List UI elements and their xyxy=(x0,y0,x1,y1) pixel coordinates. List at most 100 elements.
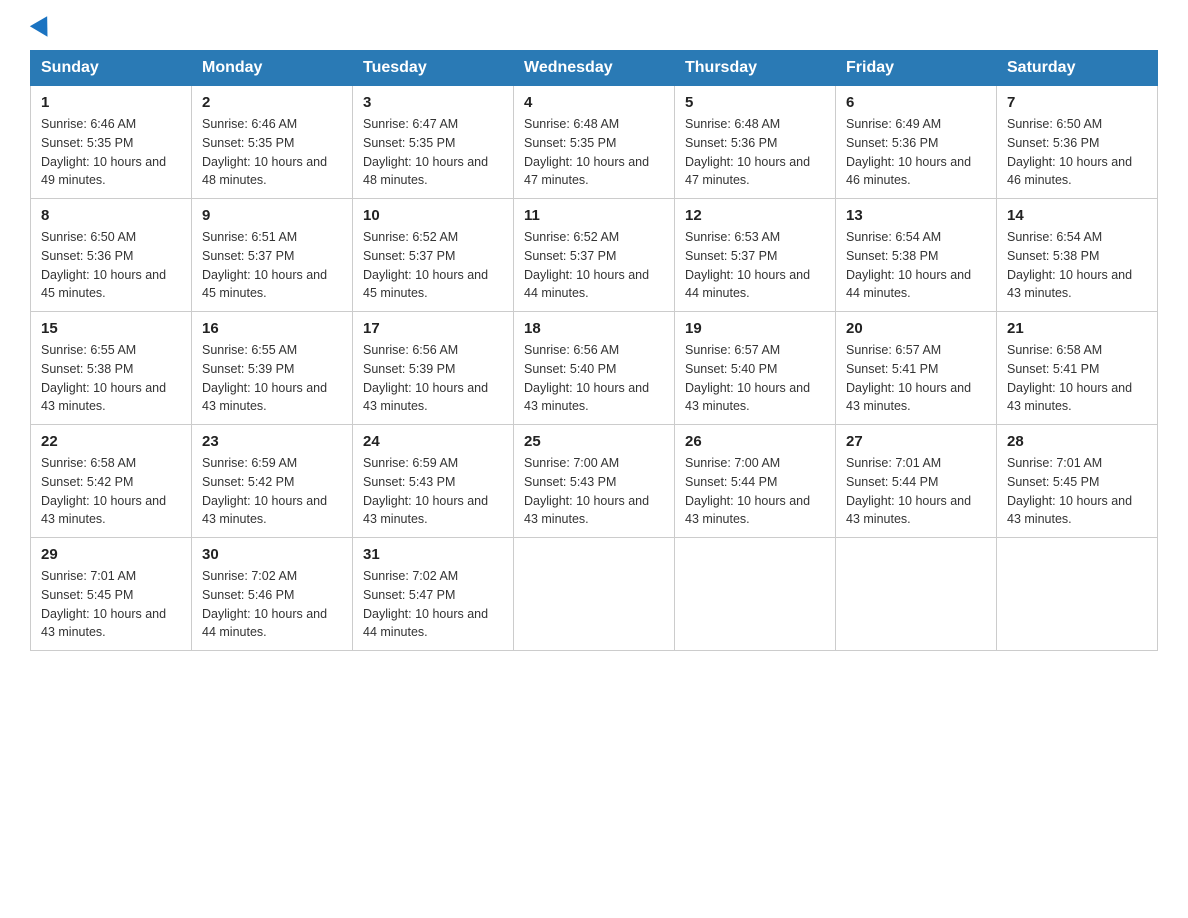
calendar-week-row: 1 Sunrise: 6:46 AMSunset: 5:35 PMDayligh… xyxy=(31,86,1158,199)
day-number: 7 xyxy=(1007,94,1147,111)
calendar-day-cell xyxy=(997,538,1158,651)
calendar-week-row: 29 Sunrise: 7:01 AMSunset: 5:45 PMDaylig… xyxy=(31,538,1158,651)
day-number: 27 xyxy=(846,433,986,450)
calendar-day-cell: 8 Sunrise: 6:50 AMSunset: 5:36 PMDayligh… xyxy=(31,199,192,312)
day-number: 28 xyxy=(1007,433,1147,450)
calendar-day-cell: 14 Sunrise: 6:54 AMSunset: 5:38 PMDaylig… xyxy=(997,199,1158,312)
weekday-header-thursday: Thursday xyxy=(675,51,836,86)
logo xyxy=(30,20,53,40)
day-info: Sunrise: 6:46 AMSunset: 5:35 PMDaylight:… xyxy=(202,117,327,187)
day-number: 10 xyxy=(363,207,503,224)
day-info: Sunrise: 6:57 AMSunset: 5:41 PMDaylight:… xyxy=(846,343,971,413)
calendar-week-row: 15 Sunrise: 6:55 AMSunset: 5:38 PMDaylig… xyxy=(31,312,1158,425)
day-number: 21 xyxy=(1007,320,1147,337)
day-info: Sunrise: 6:58 AMSunset: 5:41 PMDaylight:… xyxy=(1007,343,1132,413)
calendar-week-row: 8 Sunrise: 6:50 AMSunset: 5:36 PMDayligh… xyxy=(31,199,1158,312)
day-info: Sunrise: 7:02 AMSunset: 5:47 PMDaylight:… xyxy=(363,569,488,639)
day-number: 9 xyxy=(202,207,342,224)
day-number: 17 xyxy=(363,320,503,337)
day-number: 25 xyxy=(524,433,664,450)
day-info: Sunrise: 6:57 AMSunset: 5:40 PMDaylight:… xyxy=(685,343,810,413)
calendar-table: SundayMondayTuesdayWednesdayThursdayFrid… xyxy=(30,50,1158,651)
calendar-day-cell: 12 Sunrise: 6:53 AMSunset: 5:37 PMDaylig… xyxy=(675,199,836,312)
day-info: Sunrise: 7:00 AMSunset: 5:43 PMDaylight:… xyxy=(524,456,649,526)
calendar-day-cell: 19 Sunrise: 6:57 AMSunset: 5:40 PMDaylig… xyxy=(675,312,836,425)
weekday-header-saturday: Saturday xyxy=(997,51,1158,86)
day-info: Sunrise: 6:58 AMSunset: 5:42 PMDaylight:… xyxy=(41,456,166,526)
calendar-day-cell: 25 Sunrise: 7:00 AMSunset: 5:43 PMDaylig… xyxy=(514,425,675,538)
calendar-day-cell: 3 Sunrise: 6:47 AMSunset: 5:35 PMDayligh… xyxy=(353,86,514,199)
calendar-day-cell: 7 Sunrise: 6:50 AMSunset: 5:36 PMDayligh… xyxy=(997,86,1158,199)
day-number: 20 xyxy=(846,320,986,337)
calendar-day-cell: 23 Sunrise: 6:59 AMSunset: 5:42 PMDaylig… xyxy=(192,425,353,538)
day-number: 19 xyxy=(685,320,825,337)
day-number: 30 xyxy=(202,546,342,563)
weekday-header-monday: Monday xyxy=(192,51,353,86)
day-info: Sunrise: 6:52 AMSunset: 5:37 PMDaylight:… xyxy=(363,230,488,300)
calendar-day-cell: 10 Sunrise: 6:52 AMSunset: 5:37 PMDaylig… xyxy=(353,199,514,312)
weekday-header-row: SundayMondayTuesdayWednesdayThursdayFrid… xyxy=(31,51,1158,86)
day-number: 22 xyxy=(41,433,181,450)
weekday-header-wednesday: Wednesday xyxy=(514,51,675,86)
day-number: 12 xyxy=(685,207,825,224)
calendar-day-cell: 21 Sunrise: 6:58 AMSunset: 5:41 PMDaylig… xyxy=(997,312,1158,425)
calendar-day-cell: 22 Sunrise: 6:58 AMSunset: 5:42 PMDaylig… xyxy=(31,425,192,538)
calendar-day-cell: 2 Sunrise: 6:46 AMSunset: 5:35 PMDayligh… xyxy=(192,86,353,199)
day-number: 3 xyxy=(363,94,503,111)
day-number: 8 xyxy=(41,207,181,224)
weekday-header-friday: Friday xyxy=(836,51,997,86)
calendar-day-cell: 18 Sunrise: 6:56 AMSunset: 5:40 PMDaylig… xyxy=(514,312,675,425)
day-number: 4 xyxy=(524,94,664,111)
calendar-day-cell: 28 Sunrise: 7:01 AMSunset: 5:45 PMDaylig… xyxy=(997,425,1158,538)
day-number: 29 xyxy=(41,546,181,563)
day-info: Sunrise: 6:56 AMSunset: 5:39 PMDaylight:… xyxy=(363,343,488,413)
calendar-week-row: 22 Sunrise: 6:58 AMSunset: 5:42 PMDaylig… xyxy=(31,425,1158,538)
day-info: Sunrise: 6:49 AMSunset: 5:36 PMDaylight:… xyxy=(846,117,971,187)
calendar-day-cell: 11 Sunrise: 6:52 AMSunset: 5:37 PMDaylig… xyxy=(514,199,675,312)
calendar-day-cell: 30 Sunrise: 7:02 AMSunset: 5:46 PMDaylig… xyxy=(192,538,353,651)
day-number: 15 xyxy=(41,320,181,337)
calendar-day-cell xyxy=(675,538,836,651)
calendar-day-cell: 29 Sunrise: 7:01 AMSunset: 5:45 PMDaylig… xyxy=(31,538,192,651)
day-number: 31 xyxy=(363,546,503,563)
day-number: 11 xyxy=(524,207,664,224)
day-number: 26 xyxy=(685,433,825,450)
calendar-day-cell: 15 Sunrise: 6:55 AMSunset: 5:38 PMDaylig… xyxy=(31,312,192,425)
calendar-day-cell xyxy=(514,538,675,651)
day-info: Sunrise: 6:53 AMSunset: 5:37 PMDaylight:… xyxy=(685,230,810,300)
day-info: Sunrise: 7:00 AMSunset: 5:44 PMDaylight:… xyxy=(685,456,810,526)
day-number: 13 xyxy=(846,207,986,224)
calendar-day-cell: 16 Sunrise: 6:55 AMSunset: 5:39 PMDaylig… xyxy=(192,312,353,425)
day-info: Sunrise: 6:55 AMSunset: 5:38 PMDaylight:… xyxy=(41,343,166,413)
day-info: Sunrise: 6:50 AMSunset: 5:36 PMDaylight:… xyxy=(1007,117,1132,187)
day-number: 18 xyxy=(524,320,664,337)
day-number: 5 xyxy=(685,94,825,111)
day-info: Sunrise: 6:55 AMSunset: 5:39 PMDaylight:… xyxy=(202,343,327,413)
weekday-header-tuesday: Tuesday xyxy=(353,51,514,86)
weekday-header-sunday: Sunday xyxy=(31,51,192,86)
day-info: Sunrise: 6:48 AMSunset: 5:36 PMDaylight:… xyxy=(685,117,810,187)
day-info: Sunrise: 6:47 AMSunset: 5:35 PMDaylight:… xyxy=(363,117,488,187)
calendar-day-cell: 27 Sunrise: 7:01 AMSunset: 5:44 PMDaylig… xyxy=(836,425,997,538)
calendar-day-cell: 20 Sunrise: 6:57 AMSunset: 5:41 PMDaylig… xyxy=(836,312,997,425)
day-number: 6 xyxy=(846,94,986,111)
day-info: Sunrise: 6:50 AMSunset: 5:36 PMDaylight:… xyxy=(41,230,166,300)
day-info: Sunrise: 6:51 AMSunset: 5:37 PMDaylight:… xyxy=(202,230,327,300)
day-info: Sunrise: 6:59 AMSunset: 5:43 PMDaylight:… xyxy=(363,456,488,526)
calendar-day-cell xyxy=(836,538,997,651)
calendar-day-cell: 31 Sunrise: 7:02 AMSunset: 5:47 PMDaylig… xyxy=(353,538,514,651)
day-info: Sunrise: 6:54 AMSunset: 5:38 PMDaylight:… xyxy=(846,230,971,300)
day-number: 1 xyxy=(41,94,181,111)
calendar-day-cell: 13 Sunrise: 6:54 AMSunset: 5:38 PMDaylig… xyxy=(836,199,997,312)
calendar-day-cell: 5 Sunrise: 6:48 AMSunset: 5:36 PMDayligh… xyxy=(675,86,836,199)
page-header xyxy=(30,20,1158,40)
day-info: Sunrise: 6:48 AMSunset: 5:35 PMDaylight:… xyxy=(524,117,649,187)
day-number: 2 xyxy=(202,94,342,111)
logo-triangle-icon xyxy=(30,16,56,42)
calendar-day-cell: 26 Sunrise: 7:00 AMSunset: 5:44 PMDaylig… xyxy=(675,425,836,538)
calendar-day-cell: 24 Sunrise: 6:59 AMSunset: 5:43 PMDaylig… xyxy=(353,425,514,538)
day-info: Sunrise: 7:02 AMSunset: 5:46 PMDaylight:… xyxy=(202,569,327,639)
day-info: Sunrise: 7:01 AMSunset: 5:45 PMDaylight:… xyxy=(41,569,166,639)
day-info: Sunrise: 6:52 AMSunset: 5:37 PMDaylight:… xyxy=(524,230,649,300)
day-number: 14 xyxy=(1007,207,1147,224)
